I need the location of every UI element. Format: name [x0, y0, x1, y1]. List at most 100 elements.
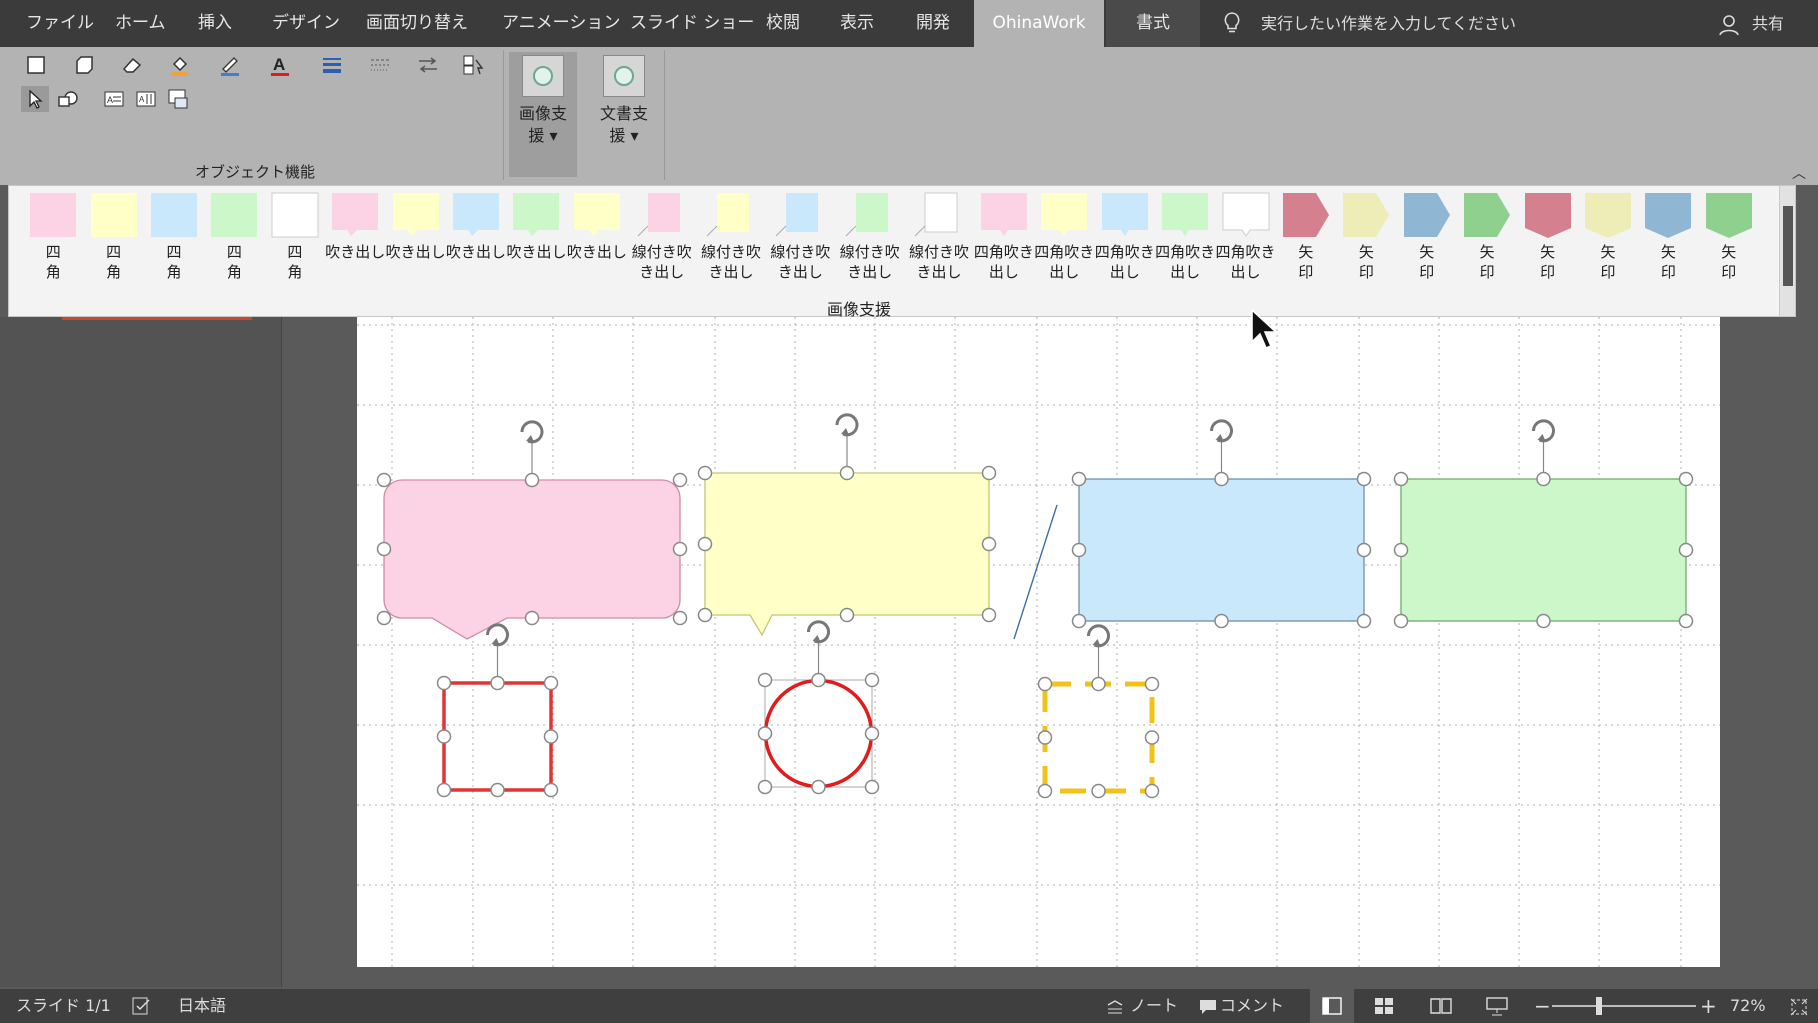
- green-rect-resize-handle[interactable]: [1678, 471, 1694, 487]
- gallery-item-callout[interactable]: 吹き出し: [325, 186, 385, 294]
- red-circle-resize-handle[interactable]: [811, 779, 826, 795]
- fit-to-window-icon[interactable]: [1790, 998, 1808, 1016]
- zoom-out-button[interactable]: −: [1534, 989, 1551, 1023]
- language-indicator[interactable]: 日本語: [178, 989, 226, 1023]
- red-circle-resize-handle[interactable]: [757, 726, 773, 741]
- gallery-item-rect[interactable]: 四角: [204, 186, 264, 294]
- green-rect-resize-handle[interactable]: [1678, 542, 1694, 558]
- tab-animations[interactable]: アニメーション: [502, 0, 620, 47]
- gallery-item-rect[interactable]: 四角: [83, 186, 143, 294]
- gallery-item-linecallout[interactable]: 線付き吹き出し: [766, 186, 835, 294]
- slide-drawing[interactable]: [357, 317, 1720, 967]
- gallery-item-rect[interactable]: 四角: [265, 186, 325, 294]
- red-circle-shape[interactable]: [763, 678, 874, 789]
- slide-thumbnail-pane[interactable]: [0, 317, 282, 987]
- yellow-dashed-square-resize-handle[interactable]: [1144, 783, 1160, 799]
- yellow-callout-resize-handle[interactable]: [697, 465, 713, 481]
- gallery-item-pentagon[interactable]: 矢印: [1457, 186, 1517, 294]
- red-square-resize-handle[interactable]: [436, 675, 452, 691]
- zoom-level[interactable]: 72%: [1730, 989, 1766, 1023]
- red-square-resize-handle[interactable]: [436, 782, 452, 798]
- gallery-item-chevdown[interactable]: 矢印: [1517, 186, 1577, 294]
- dash-style-icon[interactable]: [366, 52, 394, 78]
- select-pointer-icon[interactable]: [21, 86, 49, 112]
- red-square-resize-handle[interactable]: [543, 729, 559, 744]
- notes-button[interactable]: ノート: [1130, 989, 1178, 1023]
- zoom-slider-thumb[interactable]: [1596, 997, 1602, 1015]
- yellow-dashed-square-resize-handle[interactable]: [1091, 783, 1106, 799]
- pink-callout-resize-handle[interactable]: [672, 541, 688, 557]
- line-color-icon[interactable]: [216, 52, 244, 78]
- yellow-dashed-square-resize-handle[interactable]: [1037, 676, 1053, 692]
- gallery-item-chevdown[interactable]: 矢印: [1638, 186, 1698, 294]
- blue-rect-resize-handle[interactable]: [1356, 613, 1372, 629]
- gallery-item-linecallout[interactable]: 線付き吹き出し: [835, 186, 904, 294]
- normal-view-button[interactable]: [1310, 989, 1354, 1023]
- yellow-callout-resize-handle[interactable]: [981, 536, 997, 552]
- tab-developer[interactable]: 開発: [916, 0, 950, 47]
- gallery-item-callout[interactable]: 吹き出し: [567, 186, 627, 294]
- gallery-item-rectcallout[interactable]: 四角吹き出し: [1095, 186, 1155, 294]
- green-rect-shape[interactable]: [1400, 478, 1687, 622]
- line-weight-icon[interactable]: [318, 52, 346, 78]
- red-circle-resize-handle[interactable]: [811, 672, 826, 688]
- gallery-item-pentagon[interactable]: 矢印: [1397, 186, 1457, 294]
- shape-select-icon[interactable]: [460, 52, 488, 78]
- blue-rect-resize-handle[interactable]: [1071, 613, 1087, 629]
- blue-rect-resize-handle[interactable]: [1214, 471, 1229, 487]
- blue-rect-resize-handle[interactable]: [1071, 542, 1087, 558]
- blue-rect-shape[interactable]: [1078, 478, 1365, 622]
- red-circle-resize-handle[interactable]: [864, 779, 880, 795]
- pink-callout-resize-handle[interactable]: [524, 472, 540, 488]
- gallery-item-linecallout[interactable]: 線付き吹き出し: [904, 186, 973, 294]
- tell-me-search[interactable]: 実行したい作業を入力してください: [1261, 0, 1516, 47]
- share-button[interactable]: 共有: [1752, 0, 1784, 47]
- text-box-icon[interactable]: A: [100, 86, 128, 112]
- tab-insert[interactable]: 挿入: [198, 0, 232, 47]
- gallery-scrollbar[interactable]: [1779, 186, 1795, 316]
- yellow-dashed-square-resize-handle[interactable]: [1037, 783, 1053, 799]
- blue-rect-resize-handle[interactable]: [1356, 542, 1372, 558]
- green-rect-resize-handle[interactable]: [1536, 613, 1551, 629]
- zoom-slider[interactable]: [1552, 1005, 1696, 1007]
- red-square-resize-handle[interactable]: [436, 729, 452, 744]
- gallery-item-rectcallout[interactable]: 四角吹き出し: [1215, 186, 1276, 294]
- yellow-callout-resize-handle[interactable]: [697, 607, 713, 623]
- yellow-dashed-square-resize-handle[interactable]: [1144, 730, 1160, 745]
- pink-callout-resize-handle[interactable]: [672, 472, 688, 488]
- yellow-callout-resize-handle[interactable]: [839, 465, 855, 481]
- zoom-in-button[interactable]: +: [1700, 989, 1717, 1023]
- yellow-callout-resize-handle[interactable]: [981, 465, 997, 481]
- red-circle-resize-handle[interactable]: [757, 779, 773, 795]
- font-color-icon[interactable]: A: [266, 52, 294, 78]
- gallery-item-callout[interactable]: 吹き出し: [385, 186, 446, 294]
- tab-transitions[interactable]: 画面切り替え: [366, 0, 468, 47]
- fill-color-icon[interactable]: [166, 52, 194, 78]
- comments-button[interactable]: コメント: [1220, 989, 1284, 1023]
- slide-sorter-icon[interactable]: [1374, 997, 1394, 1015]
- cube-shape-icon[interactable]: [70, 52, 98, 78]
- picture-frame-icon[interactable]: [164, 86, 192, 112]
- tab-format[interactable]: 書式: [1106, 0, 1200, 47]
- pink-callout-resize-handle[interactable]: [524, 610, 540, 626]
- tab-home[interactable]: ホーム: [115, 0, 166, 47]
- gallery-item-callout[interactable]: 吹き出し: [506, 186, 566, 294]
- eraser-icon[interactable]: [118, 52, 146, 78]
- red-square-resize-handle[interactable]: [543, 675, 559, 691]
- green-rect-resize-handle[interactable]: [1393, 613, 1409, 629]
- red-square-resize-handle[interactable]: [490, 675, 505, 691]
- red-square-shape[interactable]: [442, 681, 553, 792]
- slideshow-icon[interactable]: [1486, 997, 1508, 1017]
- pink-callout-resize-handle[interactable]: [376, 541, 392, 557]
- yellow-dashed-square-shape[interactable]: [1042, 681, 1155, 794]
- tab-review[interactable]: 校閲: [766, 0, 800, 47]
- green-rect-resize-handle[interactable]: [1393, 542, 1409, 558]
- yellow-dashed-square-resize-handle[interactable]: [1144, 676, 1160, 692]
- gallery-item-callout[interactable]: 吹き出し: [446, 186, 506, 294]
- yellow-callout-resize-handle[interactable]: [981, 607, 997, 623]
- tab-ohinawork[interactable]: OhinaWork: [974, 0, 1104, 47]
- slide-canvas[interactable]: [357, 317, 1720, 967]
- red-circle-resize-handle[interactable]: [757, 672, 773, 688]
- reading-view-icon[interactable]: [1430, 997, 1452, 1015]
- gallery-item-pentagon[interactable]: 矢印: [1276, 186, 1336, 294]
